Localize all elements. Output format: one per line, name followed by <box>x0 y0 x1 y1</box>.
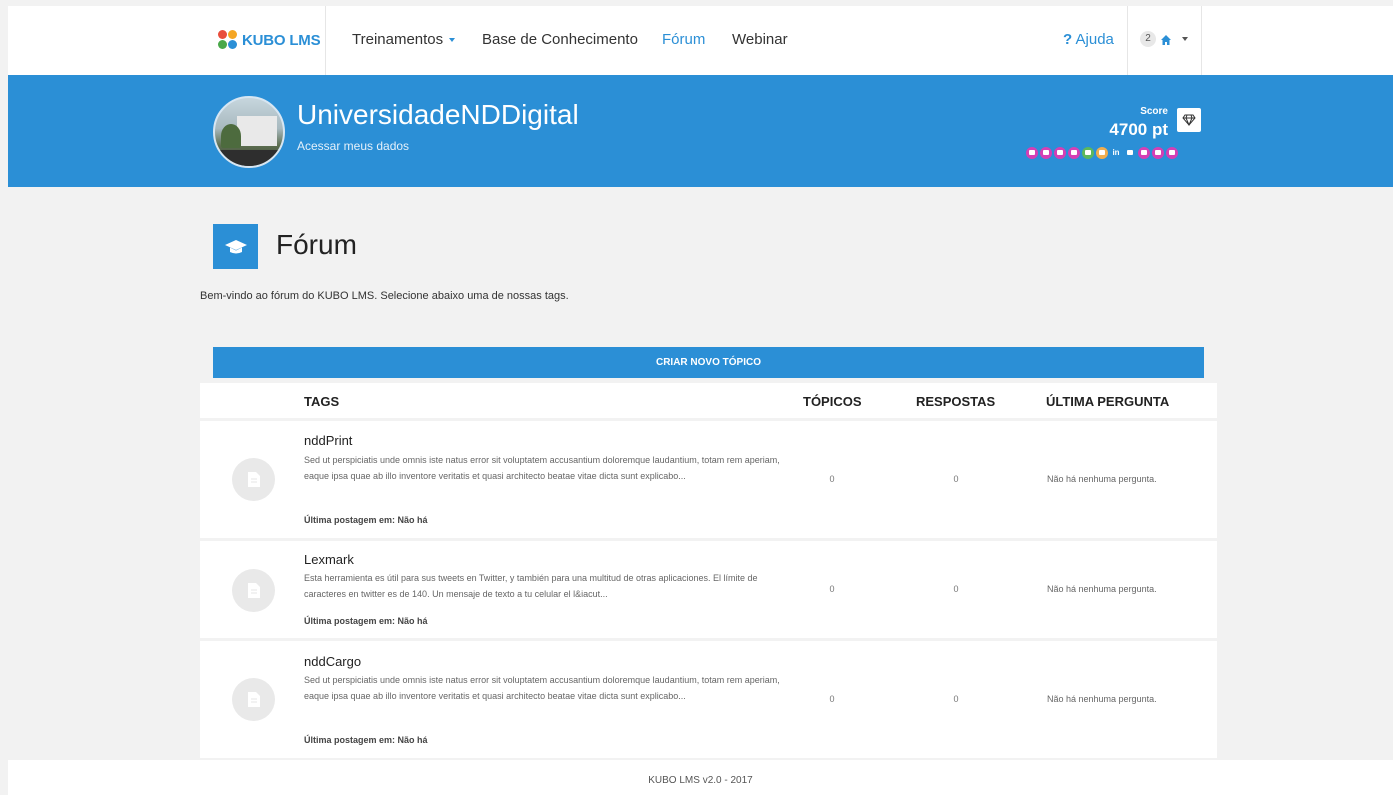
tag-title[interactable]: Lexmark <box>304 552 354 567</box>
achievement-badge-icon[interactable] <box>1152 147 1164 159</box>
document-icon <box>232 678 275 721</box>
achievement-badge-icon[interactable] <box>1054 147 1066 159</box>
replies-count: 0 <box>953 584 959 594</box>
achievement-badge-icon[interactable] <box>1096 147 1108 159</box>
column-header-tags: TAGS <box>304 394 340 409</box>
replies-count: 0 <box>953 694 959 704</box>
achievement-badge-icon[interactable] <box>1138 147 1150 159</box>
nav-item-base-de-conhecimento[interactable]: Base de Conhecimento <box>482 31 638 48</box>
user-menu-toggle[interactable]: 2 <box>1140 31 1188 47</box>
kubo-logo[interactable]: KUBO LMS <box>218 30 321 50</box>
last-question: Não há nenhuma pergunta. <box>1047 694 1157 704</box>
achievement-badges: in <box>1026 147 1178 159</box>
table-row[interactable]: nddPrint Sed ut perspiciatis unde omnis … <box>200 421 1217 538</box>
profile-name: UniversidadeNDDigital <box>297 99 579 130</box>
page-footer: KUBO LMS v2.0 - 2017 <box>8 760 1393 795</box>
nav-divider <box>1201 6 1202 75</box>
score-label: Score <box>1140 106 1168 117</box>
topics-count: 0 <box>829 694 835 704</box>
nav-item-treinamentos[interactable]: Treinamentos <box>352 31 456 48</box>
achievement-badge-icon[interactable] <box>1124 147 1136 159</box>
last-question: Não há nenhuma pergunta. <box>1047 474 1157 484</box>
last-post-info: Última postagem em: Não há <box>304 735 428 745</box>
nav-divider <box>1127 6 1128 75</box>
last-post-info: Última postagem em: Não há <box>304 616 428 626</box>
tag-description: Sed ut perspiciatis unde omnis iste natu… <box>304 455 780 481</box>
table-row[interactable]: Lexmark Esta herramienta es útil para su… <box>200 541 1217 638</box>
achievement-badge-icon[interactable] <box>1040 147 1052 159</box>
avatar[interactable] <box>213 96 285 168</box>
tag-description: Sed ut perspiciatis unde omnis iste natu… <box>304 675 780 701</box>
nav-item-webinar[interactable]: Webinar <box>732 31 788 48</box>
question-icon: ? <box>1063 31 1073 48</box>
top-navbar: KUBO LMS Treinamentos Base de Conhecimen… <box>8 6 1393 75</box>
page-title: Fórum <box>276 229 357 260</box>
notification-count-badge: 2 <box>1140 31 1156 47</box>
home-icon <box>1160 33 1172 45</box>
last-question: Não há nenhuma pergunta. <box>1047 584 1157 594</box>
topics-count: 0 <box>829 584 835 594</box>
forum-intro-text: Bem-vindo ao fórum do KUBO LMS. Selecion… <box>200 290 569 302</box>
tag-description: Esta herramienta es útil para sus tweets… <box>304 573 758 599</box>
achievement-badge-icon[interactable] <box>1082 147 1094 159</box>
nav-item-label: Treinamentos <box>352 31 444 48</box>
footer-text: KUBO LMS v2.0 - 2017 <box>648 775 753 786</box>
document-icon <box>232 569 275 612</box>
logo-mark-icon <box>218 30 238 50</box>
topics-count: 0 <box>829 474 835 484</box>
account-data-link[interactable]: Acessar meus dados <box>297 139 409 153</box>
last-post-info: Última postagem em: Não há <box>304 515 428 525</box>
create-topic-button[interactable]: CRIAR NOVO TÓPICO <box>213 347 1204 378</box>
tag-title[interactable]: nddCargo <box>304 654 361 669</box>
table-row[interactable]: nddCargo Sed ut perspiciatis unde omnis … <box>200 641 1217 758</box>
score-value: 4700 pt <box>1109 120 1168 139</box>
achievement-badge-icon[interactable] <box>1166 147 1178 159</box>
nav-divider <box>325 6 326 75</box>
column-header-last-question: ÚLTIMA PERGUNTA <box>1046 394 1170 409</box>
table-header: TAGS TÓPICOS RESPOSTAS ÚLTIMA PERGUNTA <box>200 383 1217 418</box>
column-header-replies: RESPOSTAS <box>916 394 996 409</box>
achievement-badge-icon[interactable] <box>1068 147 1080 159</box>
linkedin-icon[interactable]: in <box>1110 147 1122 159</box>
document-icon <box>232 458 275 501</box>
chevron-down-icon <box>449 38 456 43</box>
nav-item-forum[interactable]: Fórum <box>662 31 705 48</box>
chevron-down-icon <box>1182 37 1188 41</box>
achievement-badge-icon[interactable] <box>1026 147 1038 159</box>
help-label: Ajuda <box>1075 31 1114 48</box>
help-link[interactable]: ? Ajuda <box>1063 31 1114 48</box>
logo-text: KUBO LMS <box>242 31 321 49</box>
replies-count: 0 <box>953 474 959 484</box>
tag-title[interactable]: nddPrint <box>304 433 352 448</box>
graduation-cap-icon <box>213 224 258 269</box>
diamond-icon[interactable] <box>1177 108 1201 132</box>
column-header-topics: TÓPICOS <box>803 394 862 409</box>
